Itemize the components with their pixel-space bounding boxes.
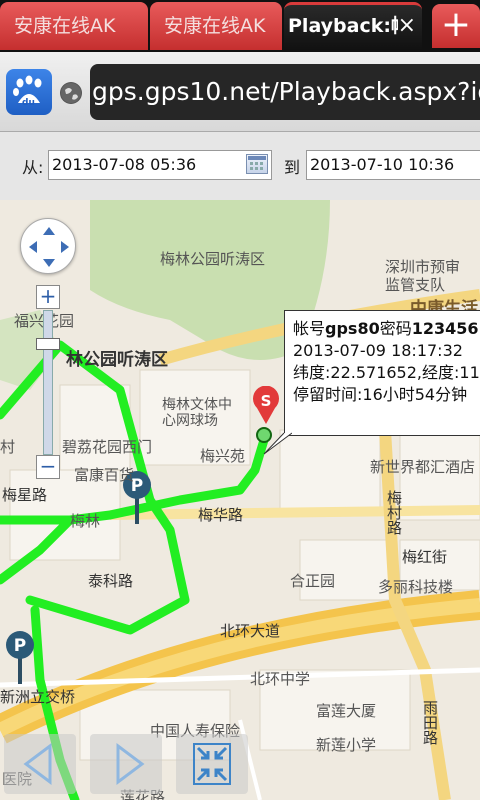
zoom-slider-thumb[interactable]: [36, 338, 60, 350]
map-label: 雨田路: [421, 700, 439, 745]
map-label: 碧荔花园西门: [62, 438, 153, 456]
map-label: 梅星路: [2, 486, 48, 504]
zoom-slider-track[interactable]: [43, 310, 53, 455]
map-label: 富莲大厦: [316, 702, 377, 720]
from-date-value: 2013-07-08 05:36: [52, 155, 197, 174]
password-value: 123456: [411, 319, 479, 338]
to-label: 到: [284, 158, 301, 177]
svg-text:P: P: [14, 636, 26, 656]
map-label: 梅林: [70, 512, 101, 530]
baidu-logo-icon[interactable]: du: [6, 69, 52, 115]
zoom-out-button[interactable]: −: [36, 455, 60, 479]
map-label: 泰科路: [88, 572, 134, 590]
account-value: gps80: [325, 319, 380, 338]
calendar-icon[interactable]: [246, 154, 268, 174]
map-label: 北环大道: [220, 622, 281, 640]
map-label: 新世界都汇酒店: [370, 458, 476, 476]
tab-label: Playback:帐: [288, 15, 398, 37]
popup-time: 2013-07-09 18:17:32: [293, 341, 463, 360]
account-label: 帐号: [293, 319, 326, 338]
prev-button[interactable]: [4, 734, 76, 794]
tab-label: 安康在线AK: [164, 15, 266, 37]
map-label: 心网球场: [162, 413, 218, 429]
password-label: 密码: [379, 319, 412, 338]
parking-marker-icon[interactable]: P: [5, 630, 35, 685]
to-date-input[interactable]: 2013-07-10 10:36: [306, 150, 480, 180]
map-label: 梅华路: [198, 506, 244, 524]
map-label: 梅村路: [385, 490, 403, 535]
map-label: 林公园听涛区: [66, 350, 168, 370]
map-view[interactable]: S P P 梅林公园听涛区 深圳市预审 监管支队 福兴花园 林公园听涛区 梅林文…: [0, 200, 480, 800]
map-label: 多丽科技楼: [378, 578, 454, 596]
address-bar: du gps.gps10.net/Playback.aspx?id: [0, 52, 480, 132]
info-popup: 帐号gps80密码123456 2013-07-09 18:17:32 纬度:2…: [284, 310, 480, 436]
map-label: 新莲小学: [316, 736, 377, 754]
fit-view-button[interactable]: [176, 734, 248, 794]
tab-2[interactable]: 安康在线AK: [150, 2, 282, 50]
date-range-bar: 从: 2013-07-08 05:36 到 2013-07-10 10:36: [0, 132, 480, 200]
map-label: 梅兴苑: [200, 447, 246, 465]
pan-control[interactable]: [20, 218, 76, 274]
map-label: 梅林公园听涛区: [160, 250, 266, 268]
to-date-value: 2013-07-10 10:36: [310, 155, 455, 174]
from-date-input[interactable]: 2013-07-08 05:36: [48, 150, 272, 180]
popup-stay-time: 停留时间:16小时54分钟: [293, 385, 468, 404]
browser-tab-bar: 安康在线AK 安康在线AK Playback:帐 × +: [0, 0, 480, 52]
url-field[interactable]: gps.gps10.net/Playback.aspx?id: [90, 64, 480, 120]
map-label: 新洲立交桥: [0, 688, 76, 706]
map-label: 梅红街: [402, 548, 448, 566]
tab-1[interactable]: 安康在线AK: [0, 2, 148, 50]
next-button[interactable]: [90, 734, 162, 794]
popup-coordinates: 纬度:22.571652,经度:11: [293, 363, 480, 382]
map-label: 监管支队: [385, 276, 446, 294]
tab-label: 安康在线AK: [14, 15, 116, 37]
map-label: 富康百货: [74, 466, 135, 484]
tab-active[interactable]: Playback:帐 ×: [284, 2, 422, 50]
from-label: 从:: [22, 158, 44, 177]
popup-pointer: [263, 432, 292, 455]
new-tab-button[interactable]: +: [432, 4, 480, 48]
map-label: 合正园: [290, 572, 336, 590]
svg-text:du: du: [22, 98, 35, 108]
map-label: 村: [0, 438, 16, 456]
zoom-in-button[interactable]: +: [36, 285, 60, 309]
close-tab-icon[interactable]: ×: [398, 5, 416, 47]
svg-text:S: S: [261, 392, 272, 410]
start-marker-icon[interactable]: S: [252, 385, 280, 426]
globe-icon: [60, 82, 82, 104]
map-label: 北环中学: [250, 670, 311, 688]
